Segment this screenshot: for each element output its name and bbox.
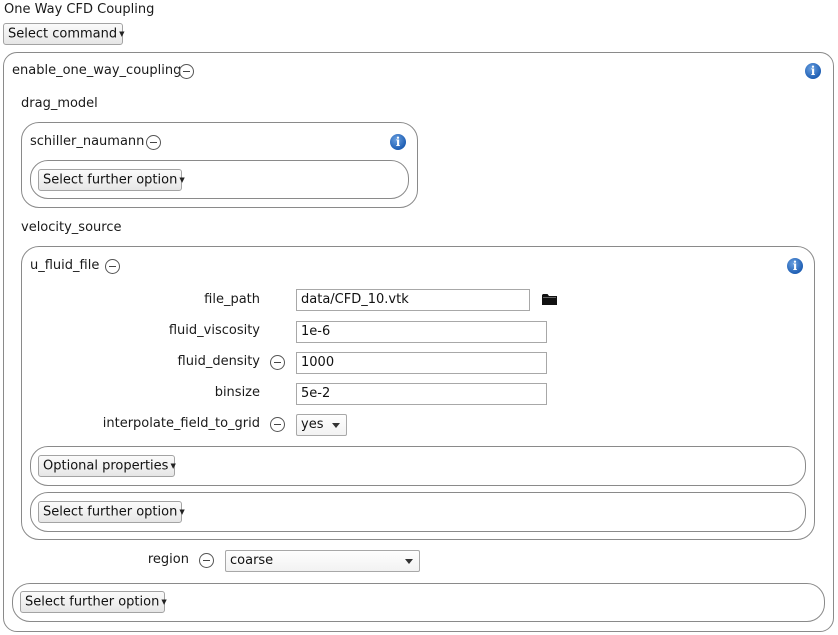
page-title: One Way CFD Coupling	[4, 2, 155, 17]
minus-circle-icon[interactable]	[270, 417, 285, 432]
file-path-label: file_path	[204, 292, 260, 307]
select-command-label: Select command	[8, 26, 118, 42]
drag-further-option-label: Select further option	[43, 172, 178, 188]
interpolate-field-to-grid-label: interpolate_field_to_grid	[102, 416, 260, 431]
caret-down-icon: ▼	[179, 176, 185, 184]
u-fluid-select-further-option-button[interactable]: Select further option ▼	[38, 501, 185, 523]
info-icon[interactable]: i	[390, 134, 406, 150]
drag-model-label: drag_model	[21, 96, 98, 111]
fluid-viscosity-input[interactable]: 1e-6	[296, 321, 547, 343]
optional-properties-label: Optional properties	[43, 458, 169, 474]
caret-down-icon: ▼	[161, 598, 167, 606]
region-select[interactable]: coarse	[225, 550, 420, 572]
info-icon[interactable]: i	[787, 258, 803, 274]
region-label: region	[147, 552, 189, 567]
fluid-density-input[interactable]: 1000	[296, 352, 547, 374]
info-icon[interactable]: i	[805, 63, 821, 79]
caret-down-icon: ▼	[119, 30, 125, 38]
optional-properties-button[interactable]: Optional properties ▼	[38, 455, 176, 477]
minus-circle-icon[interactable]	[146, 135, 161, 150]
coupling-further-option-label: Select further option	[25, 594, 160, 610]
fluid-viscosity-label: fluid_viscosity	[168, 323, 260, 338]
minus-circle-icon[interactable]	[199, 553, 214, 568]
binsize-input[interactable]: 5e-2	[296, 383, 547, 405]
u-fluid-further-option-label: Select further option	[43, 504, 178, 520]
caret-down-icon: ▼	[170, 462, 176, 470]
select-command-button[interactable]: Select command ▼	[3, 23, 125, 45]
interpolate-select[interactable]: yes	[296, 414, 347, 436]
region-value: coarse	[230, 553, 274, 568]
minus-circle-icon[interactable]	[270, 355, 285, 370]
u-fluid-file-label: u_fluid_file	[30, 258, 100, 273]
schiller-naumann-label: schiller_naumann	[30, 134, 145, 149]
coupling-select-further-option-button[interactable]: Select further option ▼	[20, 591, 167, 613]
file-path-input[interactable]: data/CFD_10.vtk	[296, 289, 530, 311]
enable-one-way-coupling-label: enable_one_way_coupling	[12, 63, 182, 78]
velocity-source-label: velocity_source	[21, 220, 122, 235]
binsize-label: binsize	[214, 385, 260, 400]
fluid-density-label: fluid_density	[177, 354, 260, 369]
caret-down-icon: ▼	[179, 508, 185, 516]
drag-select-further-option-button[interactable]: Select further option ▼	[38, 169, 185, 191]
minus-circle-icon[interactable]	[179, 64, 194, 79]
chevron-down-icon	[405, 559, 413, 564]
chevron-down-icon	[332, 423, 340, 428]
minus-circle-icon[interactable]	[105, 259, 120, 274]
folder-icon[interactable]	[542, 293, 558, 306]
interpolate-value: yes	[301, 417, 324, 432]
